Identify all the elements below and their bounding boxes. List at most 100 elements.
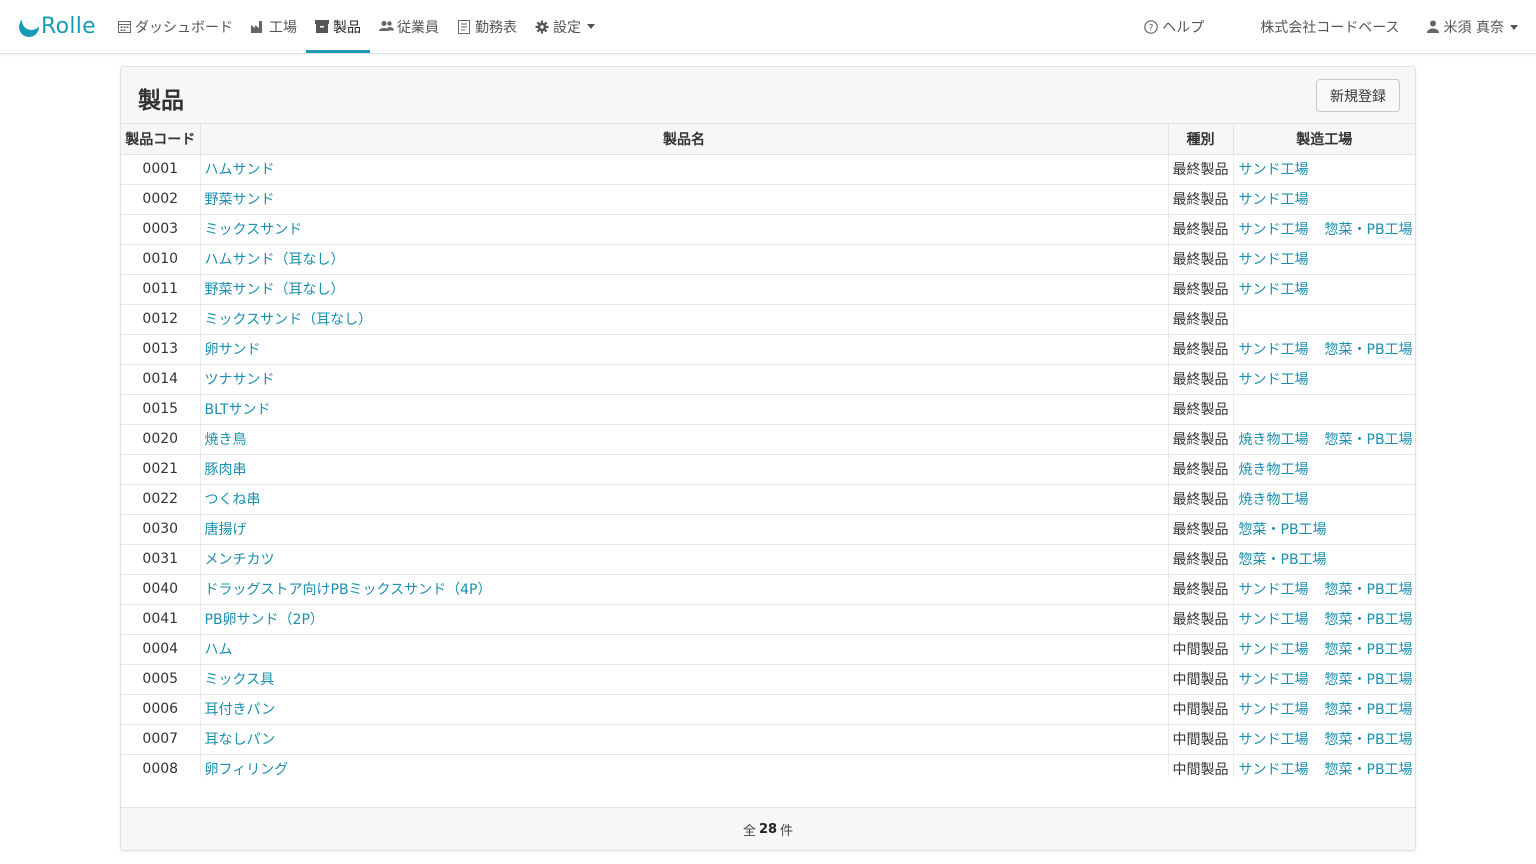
help-link[interactable]: ? ヘルプ	[1144, 1, 1204, 54]
factory-cell: 惣菜・PB工場	[1233, 544, 1415, 575]
factory-link[interactable]: 惣菜・PB工場	[1325, 432, 1413, 448]
factory-link[interactable]: サンド工場	[1239, 762, 1309, 777]
nav-factory[interactable]: 工場	[242, 0, 306, 53]
new-register-button[interactable]: 新規登録	[1316, 79, 1400, 112]
factory-link[interactable]: 焼き物工場	[1239, 492, 1309, 508]
table-row: 0003 ミックスサンド 最終製品 サンド工場 惣菜・PB工場	[121, 214, 1415, 245]
product-name-link[interactable]: メンチカツ	[205, 552, 275, 568]
product-name-link[interactable]: 焼き鳥	[205, 432, 247, 448]
col-header-code[interactable]: 製品コード	[121, 124, 201, 155]
factory-icon	[251, 20, 265, 34]
nav-products[interactable]: 製品	[306, 0, 370, 53]
factory-cell: サンド工場 惣菜・PB工場	[1233, 664, 1415, 695]
factory-link[interactable]: 焼き物工場	[1239, 462, 1309, 478]
factory-link[interactable]: サンド工場	[1239, 672, 1309, 688]
product-name-cell: ハム	[200, 634, 1169, 665]
factory-link[interactable]: サンド工場	[1239, 282, 1309, 298]
factory-link[interactable]: 惣菜・PB工場	[1325, 702, 1413, 718]
factory-link[interactable]: サンド工場	[1239, 222, 1309, 238]
product-name-link[interactable]: 卵フィリング	[205, 762, 289, 777]
factory-link[interactable]: サンド工場	[1239, 642, 1309, 658]
product-name-link[interactable]: BLTサンド	[205, 402, 271, 418]
factory-link[interactable]: 惣菜・PB工場	[1325, 732, 1413, 748]
factory-link[interactable]: サンド工場	[1239, 162, 1309, 178]
factory-cell: 焼き物工場	[1233, 484, 1415, 515]
product-name-link[interactable]: 耳なしパン	[205, 732, 276, 748]
factory-cell: 焼き物工場 惣菜・PB工場	[1233, 424, 1415, 455]
product-code: 0007	[121, 724, 201, 755]
product-name-link[interactable]: ツナサンド	[205, 372, 275, 388]
factory-link[interactable]: 惣菜・PB工場	[1325, 222, 1413, 238]
factory-cell: サンド工場 惣菜・PB工場	[1233, 754, 1415, 777]
product-code: 0022	[121, 484, 201, 515]
factory-link[interactable]: サンド工場	[1239, 252, 1309, 268]
rolle-logo[interactable]: Rolle	[19, 14, 96, 39]
product-name-link[interactable]: ミックス具	[205, 672, 275, 688]
col-header-name[interactable]: 製品名	[200, 124, 1169, 155]
product-name-cell: PB卵サンド（2P）	[200, 604, 1169, 635]
factory-link[interactable]: サンド工場	[1239, 612, 1309, 628]
product-name-link[interactable]: 卵サンド	[205, 342, 261, 358]
factory-link[interactable]: 惣菜・PB工場	[1239, 522, 1327, 538]
product-name-link[interactable]: 野菜サンド（耳なし）	[205, 282, 345, 298]
factory-link[interactable]: 焼き物工場	[1239, 432, 1309, 448]
product-name-link[interactable]: ハムサンド（耳なし）	[205, 252, 345, 268]
col-header-kind[interactable]: 種別	[1168, 124, 1234, 155]
factory-link[interactable]: サンド工場	[1239, 372, 1309, 388]
factory-link[interactable]: サンド工場	[1239, 732, 1309, 748]
factory-link[interactable]: 惣菜・PB工場	[1325, 762, 1413, 777]
table-row: 0011 野菜サンド（耳なし） 最終製品 サンド工場	[121, 274, 1415, 305]
user-menu[interactable]: 米須 真奈	[1426, 1, 1518, 54]
nav-dashboard[interactable]: ダッシュボード	[108, 0, 242, 53]
factory-link[interactable]: 惣菜・PB工場	[1325, 342, 1413, 358]
table-container[interactable]: 製品コード 製品名 種別 製造工場 0001 ハムサンド 最終製品 サンド工場 0002…	[121, 124, 1415, 777]
card-header: 製品 新規登録	[121, 67, 1415, 124]
product-name-link[interactable]: 唐揚げ	[205, 522, 247, 538]
factory-link[interactable]: サンド工場	[1239, 342, 1309, 358]
nav-label: 設定	[553, 19, 581, 36]
product-kind: 最終製品	[1168, 544, 1234, 575]
table-row: 0001 ハムサンド 最終製品 サンド工場	[121, 154, 1415, 185]
factory-link[interactable]: 惣菜・PB工場	[1325, 612, 1413, 628]
col-header-factory[interactable]: 製造工場	[1233, 124, 1415, 155]
product-name-link[interactable]: 耳付きパン	[205, 702, 276, 718]
product-name-link[interactable]: ハムサンド	[205, 162, 275, 178]
factory-link[interactable]: 惣菜・PB工場	[1325, 642, 1413, 658]
product-code: 0040	[121, 574, 201, 605]
product-name-link[interactable]: PB卵サンド（2P）	[205, 612, 324, 628]
product-name-link[interactable]: ドラッグストア向けPBミックスサンド（4P）	[205, 582, 492, 598]
svg-text:?: ?	[1149, 24, 1154, 34]
factory-link[interactable]: 惣菜・PB工場	[1325, 672, 1413, 688]
factory-link[interactable]: 惣菜・PB工場	[1239, 552, 1327, 568]
company-name: 株式会社コードベース	[1260, 20, 1400, 36]
nav-settings-dropdown[interactable]: 設定	[526, 0, 604, 53]
product-code: 0003	[121, 214, 201, 245]
nav-employees[interactable]: 従業員	[370, 0, 448, 53]
user-icon	[1426, 20, 1440, 34]
product-code: 0011	[121, 274, 201, 305]
product-kind: 最終製品	[1168, 214, 1234, 245]
product-code: 0001	[121, 154, 201, 185]
factory-link[interactable]: サンド工場	[1239, 702, 1309, 718]
product-name-link[interactable]: 豚肉串	[205, 462, 247, 478]
factory-link[interactable]: サンド工場	[1239, 582, 1309, 598]
product-name-link[interactable]: ミックスサンド	[205, 222, 303, 238]
product-name-link[interactable]: ハム	[205, 642, 233, 658]
factory-cell: サンド工場 惣菜・PB工場	[1233, 334, 1415, 365]
nav-schedule[interactable]: 勤務表	[448, 0, 526, 53]
product-name-cell: ミックスサンド（耳なし）	[200, 304, 1169, 335]
product-name-cell: 焼き鳥	[200, 424, 1169, 455]
product-name-cell: 野菜サンド	[200, 184, 1169, 215]
factory-link[interactable]: サンド工場	[1239, 192, 1309, 208]
product-name-cell: 卵フィリング	[200, 754, 1169, 777]
people-icon	[379, 20, 394, 34]
chevron-down-icon	[587, 24, 595, 29]
factory-link[interactable]: 惣菜・PB工場	[1325, 582, 1413, 598]
table-row: 0002 野菜サンド 最終製品 サンド工場	[121, 184, 1415, 215]
main-nav: ダッシュボード 工場 製品 従業員 勤務表 設定	[108, 0, 604, 54]
product-name-link[interactable]: つくね串	[205, 492, 261, 508]
product-name-link[interactable]: ミックスサンド（耳なし）	[205, 312, 373, 328]
product-name-cell: ハムサンド	[200, 154, 1169, 185]
product-kind: 最終製品	[1168, 364, 1234, 395]
product-name-link[interactable]: 野菜サンド	[205, 192, 275, 208]
